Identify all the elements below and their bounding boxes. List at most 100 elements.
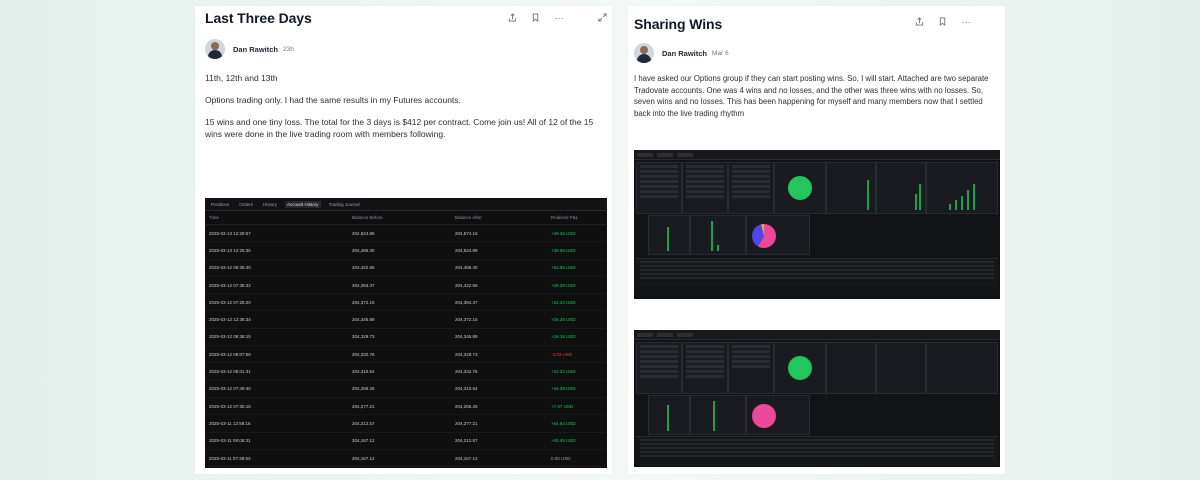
tab-orders: Orders	[239, 201, 254, 207]
table-row: 2025-03-13 12:25:35 204,486.30 204,524.89 +…	[205, 242, 607, 260]
cell-realized-pnl: +28.28 USD	[551, 282, 576, 288]
cell-balance-before: 204,212.57	[352, 420, 375, 426]
cell-balance-after: 204,266.26	[455, 403, 478, 409]
account-history-screenshot: Positions Orders History Account History…	[205, 198, 607, 474]
cell-balance-after: 204,167.12	[455, 473, 551, 474]
cell-time: 2025-03-13 12:25:35	[209, 247, 251, 253]
bookmark-icon[interactable]	[531, 13, 541, 23]
post-paragraph: Options trading only. I had the same res…	[205, 95, 461, 105]
cell-realized-pnl: +7.07 USD	[551, 403, 574, 409]
avatar[interactable]	[205, 39, 225, 59]
cell-balance-after: 204,345.89	[455, 334, 478, 340]
post-actions: ⋯	[915, 17, 1005, 27]
share-icon[interactable]	[508, 13, 518, 23]
cell-balance-after: 204,574.15	[455, 230, 478, 236]
tab-positions: Positions	[211, 201, 230, 207]
cell-time: 2025-03-12 09:36:40	[209, 265, 251, 271]
cell-balance-after: 204,524.89	[455, 247, 478, 253]
cell-time: 2025-03-12 08:38:15	[209, 334, 251, 340]
cell-balance-before: 204,524.89	[352, 230, 375, 236]
cell-realized-pnl: 0.00 USD	[551, 455, 571, 461]
table-row: 2025-03-11 07:28:41204,155.00204,167.12+…	[205, 467, 607, 474]
table-row: 2025-03-12 12:38:34 204,345.89 204,372.15 +…	[205, 311, 607, 329]
cell-balance-before: 204,266.26	[352, 386, 375, 392]
post-author: Dan Rawitch 23h	[205, 39, 294, 59]
more-icon[interactable]: ⋯	[554, 13, 564, 23]
table-row: 2025-03-11 08:08:31 204,167.12 204,212.57 +…	[205, 433, 607, 450]
cell-balance-before: 204,277.21	[352, 403, 375, 409]
avatar[interactable]	[634, 43, 654, 63]
table-row: 2025-03-12 08:38:15 204,329.73 204,345.89 +…	[205, 329, 607, 347]
cell-realized-pnl: +22.22 USD	[551, 369, 576, 375]
cell-balance-after: 204,310.54	[455, 386, 478, 392]
more-icon[interactable]: ⋯	[961, 17, 971, 27]
table-row: 2025-03-12 07:25:20 204,372.15 204,394.37 +…	[205, 294, 607, 312]
table-body: 2025-03-13 12:28:57 204,524.89 204,574.15 +…	[205, 225, 607, 474]
bookmark-icon[interactable]	[938, 17, 948, 27]
cell-time: 2025-03-11 12:58:16	[209, 420, 251, 426]
cell-balance-before: 204,167.12	[352, 455, 375, 461]
tab-trading-journal: Trading Journal	[328, 201, 360, 207]
cell-time: 2025-03-11 07:38:53	[209, 455, 251, 461]
cell-balance-before: 204,486.30	[352, 247, 375, 253]
cell-realized-pnl: +63.65 USD	[551, 265, 576, 271]
cell-balance-after: 204,212.57	[455, 438, 478, 444]
col-time: Time	[209, 215, 219, 220]
cell-time: 2025-03-12 07:36:32	[209, 282, 251, 288]
cell-balance-before: 204,372.15	[352, 299, 375, 305]
table-row: 2025-03-11 12:58:16 204,212.57 204,277.21 +…	[205, 415, 607, 433]
col-balance-before: Balance Before	[352, 215, 383, 220]
cell-realized-pnl: +12.12 USD	[551, 473, 607, 474]
table-row: 2025-03-12 07:36:32 204,394.37 204,422.65 +…	[205, 277, 607, 295]
tradovate-dashboard-screenshot	[634, 150, 1000, 299]
cell-realized-pnl: -3.03 USD	[551, 351, 573, 357]
cell-balance-after: 204,394.37	[455, 299, 478, 305]
post-paragraph: 15 wins and one tiny loss. The total for…	[205, 117, 594, 139]
cell-time: 2025-03-11 08:08:31	[209, 438, 251, 444]
cell-realized-pnl: +22.22 USD	[551, 299, 576, 305]
cell-balance-before: 204,332.76	[352, 351, 375, 357]
trading-tabs: Positions Orders History Account History…	[205, 198, 607, 211]
cell-balance-before: 204,394.37	[352, 282, 375, 288]
post-author: Dan Rawitch Mar 6	[634, 43, 729, 63]
col-realized-pnl: Realized P&L	[551, 215, 579, 220]
author-name[interactable]: Dan Rawitch	[233, 45, 278, 54]
cell-realized-pnl: +44.28 USD	[551, 386, 576, 392]
tradovate-dashboard-screenshot	[634, 330, 1000, 467]
cell-realized-pnl: +49.26 USD	[551, 230, 576, 236]
post-card-last-three-days: Last Three Days ⋯ Dan Rawitch 23h 11th, …	[195, 6, 612, 474]
cell-time: 2025-03-13 12:28:57	[209, 230, 251, 236]
cell-balance-before: 204,155.00	[352, 473, 455, 474]
post-paragraph: 11th, 12th and 13th	[205, 73, 278, 83]
cell-realized-pnl: +64.64 USD	[551, 420, 576, 426]
cell-time: 2025-03-12 07:35:15	[209, 403, 251, 409]
post-title: Last Three Days	[205, 10, 312, 26]
cell-balance-after: 204,422.65	[455, 282, 478, 288]
post-time: Mar 6	[712, 49, 729, 57]
cell-balance-after: 204,486.30	[455, 265, 478, 271]
cell-realized-pnl: +26.26 USD	[551, 317, 576, 323]
cell-time: 2025-03-12 07:49:40	[209, 386, 251, 392]
cell-balance-before: 204,422.65	[352, 265, 375, 271]
cell-balance-before: 204,329.73	[352, 334, 375, 340]
post-card-sharing-wins: Sharing Wins ⋯ Dan Rawitch Mar 6 I have …	[628, 6, 1005, 474]
cell-time: 2025-03-12 08:01:31	[209, 369, 251, 375]
expand-icon[interactable]	[598, 13, 608, 23]
cell-balance-before: 204,345.89	[352, 317, 375, 323]
tab-account-history: Account History	[285, 200, 321, 208]
cell-realized-pnl: +38.59 USD	[551, 247, 576, 253]
table-row: 2025-03-12 08:01:31 204,310.54 204,332.76 +…	[205, 363, 607, 381]
cell-balance-after: 204,329.73	[455, 351, 478, 357]
table-header: Time Balance Before Balance After Realiz…	[205, 211, 607, 225]
cell-time: 2025-03-12 07:25:20	[209, 299, 251, 305]
share-icon[interactable]	[915, 17, 925, 27]
author-name[interactable]: Dan Rawitch	[662, 49, 707, 58]
cell-realized-pnl: +16.16 USD	[551, 334, 576, 340]
cell-balance-after: 204,332.76	[455, 369, 478, 375]
table-row: 2025-03-12 07:49:40 204,266.26 204,310.54 +…	[205, 381, 607, 398]
cell-balance-before: 204,167.12	[352, 438, 375, 444]
cell-realized-pnl: +45.45 USD	[551, 438, 576, 444]
cell-balance-after: 204,372.15	[455, 317, 478, 323]
tab-history: History	[263, 201, 278, 207]
post-title: Sharing Wins	[634, 16, 723, 32]
